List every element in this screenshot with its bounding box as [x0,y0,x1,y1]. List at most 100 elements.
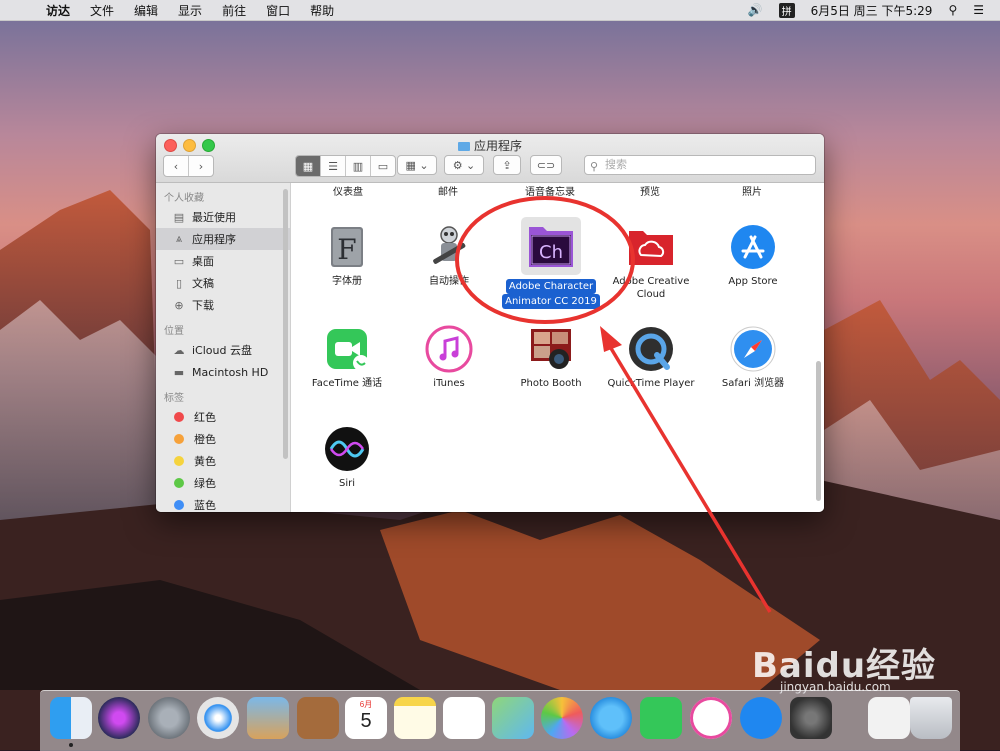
sidebar-item-desktop[interactable]: ▭ 桌面 [156,250,290,272]
gallery-view-button[interactable]: ▭ [371,156,395,176]
photo-booth-icon [527,325,575,373]
downloads-stack-icon[interactable] [868,697,910,739]
mail-dock-icon[interactable] [247,697,289,739]
tag-dot-icon [174,434,184,444]
sidebar-tag-green[interactable]: 绿色 [156,472,290,494]
notification-center-icon[interactable]: ☰ [973,3,984,17]
app-adobe-character-animator[interactable]: Ch Adobe Character Animator CC 2019 [501,217,601,309]
sidebar-item-applications[interactable]: ⩓ 应用程序 [156,228,290,250]
item-voice-memos-label[interactable]: 语音备忘录 [505,183,595,198]
safari-compass-icon [729,325,777,373]
forward-button[interactable]: › [189,156,213,176]
sidebar-scrollbar[interactable] [283,189,288,459]
sidebar: 个人收藏 ▤ 最近使用 ⩓ 应用程序 ▭ 桌面 ▯ 文稿 ⊕ 下载 位置 ☁ iCloud … [156,183,291,512]
search-field[interactable]: ⚲ 搜索 [584,155,816,175]
content-scrollbar[interactable] [816,361,821,501]
menu-help[interactable]: 帮助 [310,2,334,19]
sidebar-item-recents[interactable]: ▤ 最近使用 [156,206,290,228]
siri-dock-icon[interactable] [98,697,140,739]
facetime-icon [323,325,371,373]
system-preferences-icon[interactable] [790,697,832,739]
folder-icon [457,142,470,151]
maps-icon[interactable] [492,697,534,739]
app-automator[interactable]: 自动操作 [399,223,499,288]
siri-icon [323,425,371,473]
partial-top-row: 仪表盘 邮件 语音备忘录 预览 照片 [291,183,824,198]
automator-robot-icon [425,223,473,271]
menu-window[interactable]: 窗口 [266,2,290,19]
sidebar-tag-red[interactable]: 红色 [156,406,290,428]
app-font-book[interactable]: F 字体册 [297,223,397,288]
disk-icon: ▬ [173,365,185,379]
creative-cloud-folder-icon [627,223,675,271]
sidebar-item-icloud[interactable]: ☁ iCloud 云盘 [156,339,290,361]
tags-button[interactable]: ⊂⊃ [530,155,562,175]
sidebar-tag-yellow[interactable]: 黄色 [156,450,290,472]
desktop-icon: ▭ [173,254,185,268]
app-siri[interactable]: Siri [297,425,397,490]
menu-app-name[interactable]: 访达 [46,2,70,19]
running-indicator [69,743,73,747]
sidebar-item-macintosh-hd[interactable]: ▬ Macintosh HD [156,361,290,383]
list-view-button[interactable]: ☰ [321,156,346,176]
sidebar-heading-tags: 标签 [164,393,184,404]
finder-dock-icon[interactable] [50,697,92,739]
tag-dot-icon [174,478,184,488]
applications-icon: ⩓ [175,232,183,245]
font-book-icon: F [323,223,371,271]
menu-edit[interactable]: 编辑 [134,2,158,19]
dock: 6月 5 [40,690,960,751]
sidebar-item-downloads[interactable]: ⊕ 下载 [156,294,290,316]
facetime-dock-icon[interactable] [640,697,682,739]
icon-view-button[interactable]: ▦ [296,156,321,176]
reminders-icon[interactable] [443,697,485,739]
svg-text:Ch: Ch [539,242,563,263]
tag-dot-icon [174,500,184,510]
documents-icon: ▯ [175,276,183,290]
messages-icon[interactable] [590,697,632,739]
itunes-icon [425,325,473,373]
item-preview-label[interactable]: 预览 [605,183,695,198]
icon-grid: 仪表盘 邮件 语音备忘录 预览 照片 F 字体册 自动操作 Ch Adobe C… [291,183,824,512]
spotlight-icon[interactable]: ⚲ [948,3,957,17]
input-method-icon[interactable]: 拼 [778,2,795,18]
notes-icon[interactable] [394,697,436,739]
toolbar: ‹ › ▦ ☰ ▥ ▭ ▦ ⌄ ⚙ ⌄ ⇪ ⊂⊃ ⚲ 搜索 [156,155,824,177]
cloud-icon: ☁ [173,343,185,357]
svg-text:F: F [337,233,356,266]
item-dashboard-label[interactable]: 仪表盘 [303,183,393,198]
app-facetime[interactable]: FaceTime 通话 [297,325,397,390]
menu-file[interactable]: 文件 [90,2,114,19]
view-mode-group: ▦ ☰ ▥ ▭ [295,155,396,177]
share-button[interactable]: ⇪ [493,155,521,175]
search-icon: ⚲ [590,160,599,173]
item-mail-label[interactable]: 邮件 [403,183,493,198]
app-adobe-creative-cloud[interactable]: Adobe Creative Cloud [601,223,701,301]
launchpad-icon[interactable] [148,697,190,739]
clock[interactable]: 6月5日 周三 下午5:29 [811,2,933,19]
app-quicktime-player[interactable]: QuickTime Player [601,325,701,390]
sidebar-item-documents[interactable]: ▯ 文稿 [156,272,290,294]
sidebar-tag-orange[interactable]: 橙色 [156,428,290,450]
app-store-dock-icon[interactable] [740,697,782,739]
menu-go[interactable]: 前往 [222,2,246,19]
group-by-button[interactable]: ▦ ⌄ [397,155,437,175]
app-app-store[interactable]: App Store [703,223,803,288]
sidebar-tag-blue[interactable]: 蓝色 [156,494,290,512]
nav-buttons: ‹ › [163,155,214,177]
back-button[interactable]: ‹ [164,156,189,176]
app-photo-booth[interactable]: Photo Booth [501,325,601,390]
photos-icon[interactable] [541,697,583,739]
menu-view[interactable]: 显示 [178,2,202,19]
app-safari[interactable]: Safari 浏览器 [703,325,803,390]
safari-dock-icon[interactable] [197,697,239,739]
trash-icon[interactable] [910,697,952,739]
app-itunes[interactable]: iTunes [399,325,499,390]
itunes-dock-icon[interactable] [690,697,732,739]
item-photos-label[interactable]: 照片 [707,183,797,198]
action-gear-button[interactable]: ⚙ ⌄ [444,155,484,175]
volume-icon[interactable]: 🔊 [748,3,763,17]
calendar-icon[interactable]: 6月 5 [345,697,387,739]
column-view-button[interactable]: ▥ [346,156,371,176]
contacts-icon[interactable] [297,697,339,739]
